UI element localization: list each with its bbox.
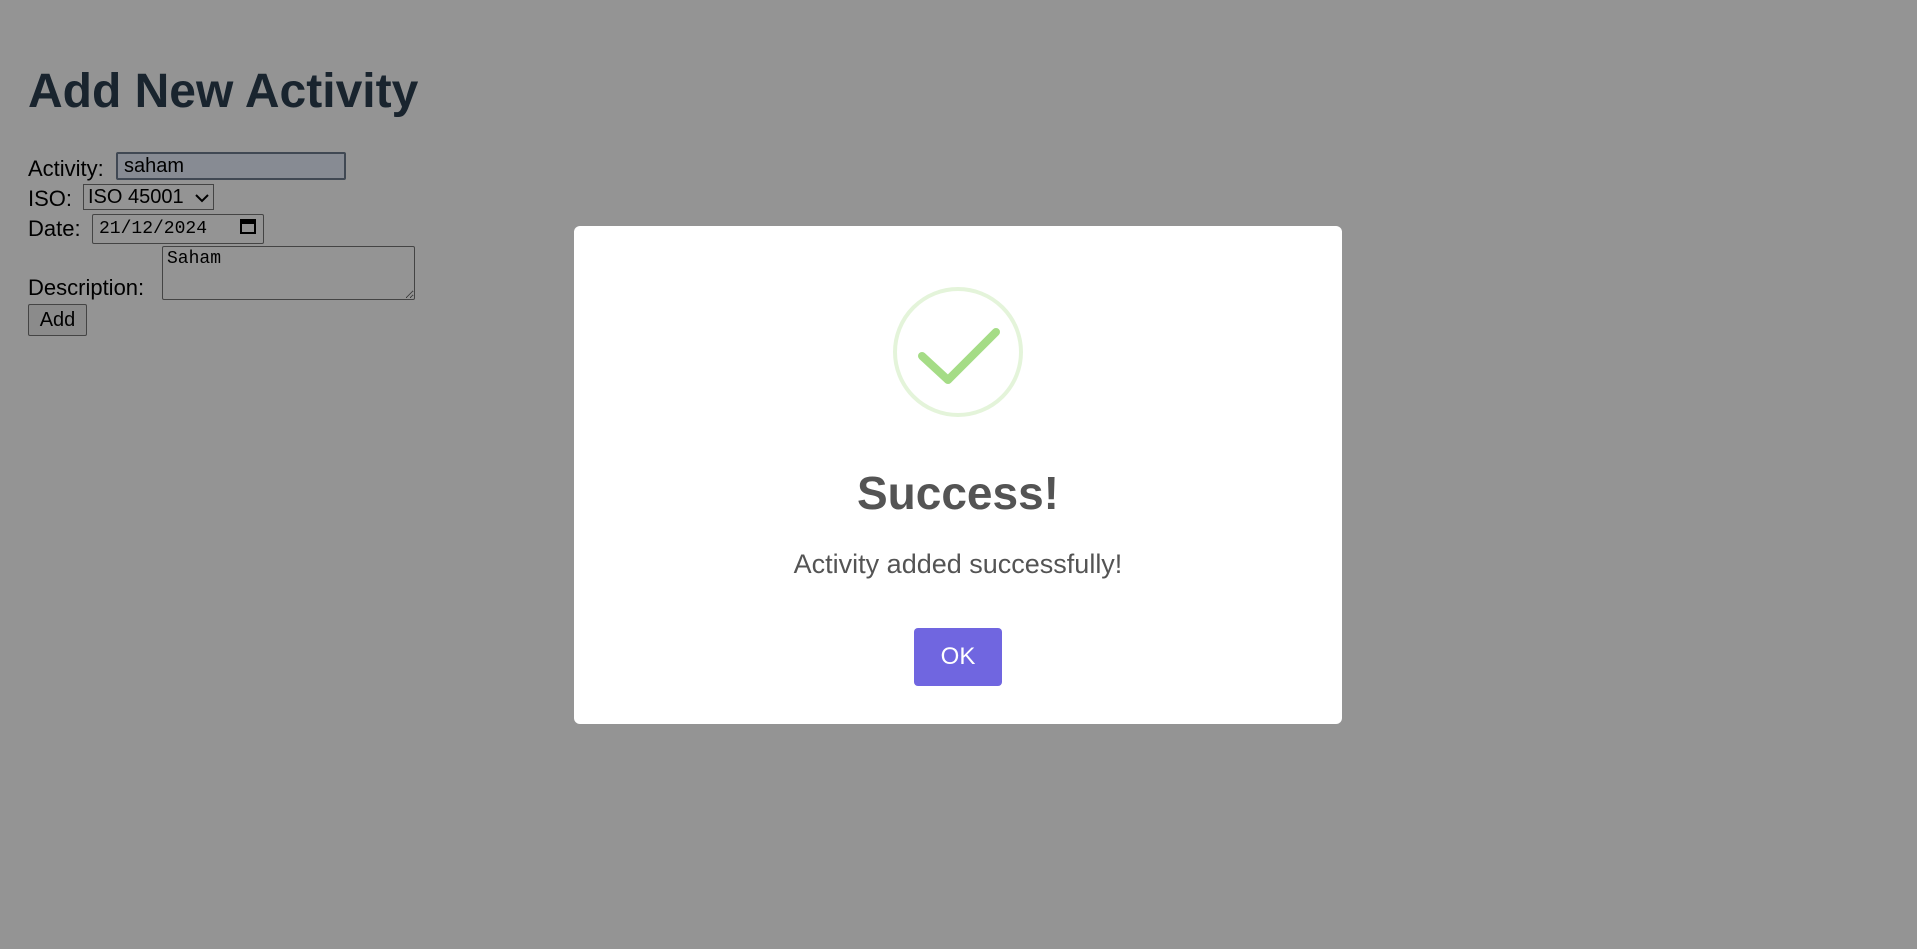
ok-button[interactable]: OK — [914, 628, 1002, 686]
success-modal: Success! Activity added successfully! OK — [574, 226, 1342, 724]
success-check-icon — [892, 286, 1024, 418]
modal-title: Success! — [856, 467, 1059, 519]
modal-message: Activity added successfully! — [793, 549, 1123, 579]
